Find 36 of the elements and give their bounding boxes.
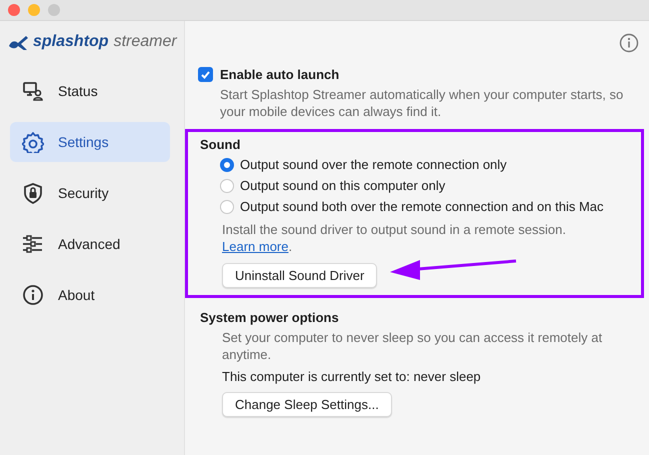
settings-icon: [22, 131, 44, 153]
sidebar-item[interactable]: About: [10, 275, 170, 315]
info-icon[interactable]: [619, 33, 639, 53]
sidebar-item[interactable]: Advanced: [10, 224, 170, 264]
monitor-person-icon: [22, 80, 44, 102]
checkbox-label: Enable auto launch: [220, 67, 340, 82]
radio-button[interactable]: [220, 158, 234, 172]
radio-label: Output sound both over the remote connection and on this Mac: [240, 198, 604, 215]
sidebar-item[interactable]: Security: [10, 173, 170, 213]
radio-label: Output sound over the remote connection only: [240, 156, 507, 173]
logo-product: streamer: [114, 33, 177, 51]
section-title: System power options: [200, 310, 340, 325]
close-button[interactable]: [8, 4, 20, 16]
learn-more-link[interactable]: Learn more: [222, 239, 288, 254]
description-text: Start Splashtop Streamer automatically when your computer starts, so your mobile devices can always find it.: [219, 86, 624, 120]
change-sleep-button[interactable]: Change Sleep Settings...: [222, 392, 392, 417]
status-text: This computer is currently set to: never sleep: [221, 369, 482, 384]
logo-brand: splashtop: [33, 33, 109, 51]
arrow-icon: [388, 257, 518, 283]
minimize-button[interactable]: [28, 4, 40, 16]
checkmark-icon: [200, 69, 211, 80]
sliders-icon: [22, 233, 44, 255]
note-text: Install the sound driver to output sound in a remote session. Learn more.: [221, 221, 567, 255]
sidebar-item[interactable]: Settings: [10, 122, 170, 162]
shield-lock-icon: [22, 182, 44, 204]
info-icon: [22, 284, 44, 306]
logo-icon: [8, 34, 30, 50]
checkbox[interactable]: [198, 67, 213, 82]
description-text: Set your computer to never sleep so you can access it remotely at anytime.: [221, 329, 604, 363]
radio-button[interactable]: [220, 200, 234, 214]
uninstall-button[interactable]: Uninstall Sound Driver: [222, 263, 378, 288]
section-title: Sound: [200, 137, 242, 152]
radio-button[interactable]: [220, 179, 234, 193]
sidebar-item[interactable]: Status: [10, 71, 170, 111]
radio-label: Output sound on this computer only: [240, 177, 446, 194]
zoom-button[interactable]: [48, 4, 60, 16]
